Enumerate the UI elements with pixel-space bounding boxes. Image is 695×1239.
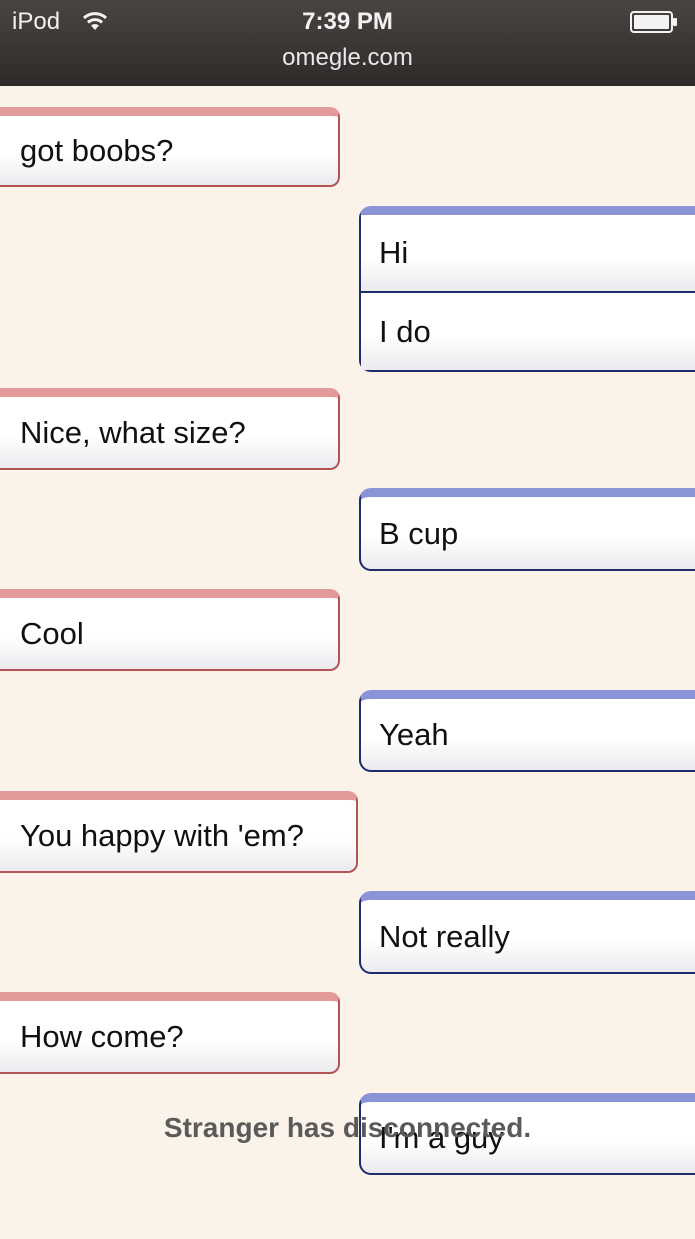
chat-message-stranger-group: Hi I do xyxy=(359,206,695,372)
battery-icon xyxy=(630,11,677,33)
page-url: omegle.com xyxy=(282,44,413,71)
chat-message-you: Cool xyxy=(0,589,340,671)
chat-message-stranger: I do xyxy=(361,291,695,370)
clock: 7:39 PM xyxy=(302,8,393,35)
message-text: How come? xyxy=(20,1019,184,1054)
message-text: B cup xyxy=(379,515,459,551)
message-text: Hi xyxy=(379,235,409,270)
chat-log[interactable]: got boobs? Hi I do Nice, what size? B cu… xyxy=(0,86,695,1239)
message-text: Not really xyxy=(379,918,510,954)
chat-message-you: You happy with 'em? xyxy=(0,791,358,873)
message-text: Nice, what size? xyxy=(20,415,246,450)
message-text: got boobs? xyxy=(20,133,174,168)
chat-message-stranger: Not really xyxy=(359,891,695,974)
chat-message-you: got boobs? xyxy=(0,107,340,187)
message-text: I do xyxy=(379,313,431,349)
message-text: Yeah xyxy=(379,717,449,752)
message-text: Cool xyxy=(20,616,84,651)
chat-message-stranger: Hi xyxy=(361,215,695,291)
chat-message-you: How come? xyxy=(0,992,340,1074)
chat-message-stranger: B cup xyxy=(359,488,695,571)
chat-message-stranger: Yeah xyxy=(359,690,695,772)
disconnect-status: Stranger has disconnected. xyxy=(163,1112,532,1143)
chat-message-you: Nice, what size? xyxy=(0,388,340,470)
status-bar: iPod 7:39 PM omegle.com xyxy=(0,0,695,86)
message-text: You happy with 'em? xyxy=(20,818,304,853)
